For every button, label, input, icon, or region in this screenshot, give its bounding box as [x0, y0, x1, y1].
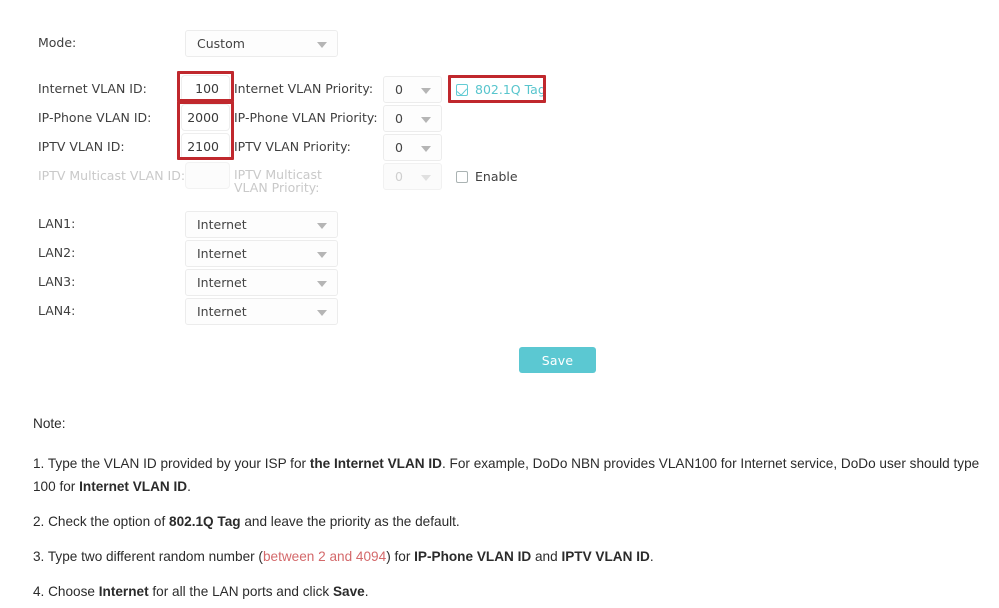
note-3-bold-1: IP-Phone VLAN ID	[414, 549, 532, 564]
note-3-bold-2: IPTV VLAN ID	[561, 549, 650, 564]
note-4-part-d: .	[364, 584, 369, 599]
mode-select-value: Custom	[197, 36, 245, 51]
lan3-value: Internet	[197, 275, 247, 290]
internet-vlan-priority-label: Internet VLAN Priority:	[234, 81, 374, 96]
lan1-label: LAN1:	[38, 216, 76, 231]
iptv-multicast-vlan-id-label: IPTV Multicast VLAN ID:	[38, 168, 186, 183]
note-3-part-b: ) for	[386, 549, 415, 564]
mode-label: Mode:	[38, 35, 77, 50]
chevron-down-icon	[317, 41, 327, 48]
iptv-vlan-id-label: IPTV VLAN ID:	[38, 139, 125, 154]
chevron-down-icon	[421, 116, 431, 123]
note-3-part-d: .	[649, 549, 654, 564]
enable-checkbox-row[interactable]: Enable	[456, 169, 518, 184]
ipphone-vlan-id-label: IP-Phone VLAN ID:	[38, 110, 152, 125]
lan2-select[interactable]: Internet	[185, 240, 338, 267]
iptv-multicast-vlan-priority-label: IPTV Multicast VLAN Priority:	[234, 167, 322, 195]
save-button[interactable]: Save	[519, 347, 596, 373]
iptv-multicast-vlan-priority-select: 0	[383, 163, 442, 190]
chevron-down-icon	[421, 174, 431, 181]
ipphone-vlan-id-input[interactable]: 2000	[181, 104, 230, 131]
iptv-vlan-priority-value: 0	[395, 140, 403, 155]
lan3-select[interactable]: Internet	[185, 269, 338, 296]
note-1-part-d: .	[187, 479, 191, 494]
note-2-part-a: 2. Check the option of	[33, 514, 170, 529]
iptv-multicast-vlan-id-input	[185, 162, 230, 189]
lan4-label: LAN4:	[38, 303, 76, 318]
notes-section: Note: 1. Type the VLAN ID provided by yo…	[33, 412, 988, 603]
note-4-part-a: 4. Choose	[33, 584, 99, 599]
internet-vlan-id-value: 100	[195, 81, 219, 96]
ipphone-vlan-priority-value: 0	[395, 111, 403, 126]
iptv-multicast-vlan-priority-value: 0	[395, 169, 403, 184]
note-3: 3. Type two different random number (bet…	[33, 545, 988, 568]
note-4-part-c: for all the LAN ports and click	[148, 584, 333, 599]
chevron-down-icon	[421, 145, 431, 152]
chevron-down-icon	[317, 280, 327, 287]
ipphone-vlan-priority-label: IP-Phone VLAN Priority:	[234, 110, 378, 125]
enable-checkbox[interactable]	[456, 170, 468, 183]
mode-select[interactable]: Custom	[185, 30, 338, 57]
note-4: 4. Choose Internet for all the LAN ports…	[33, 580, 988, 603]
lan3-label: LAN3:	[38, 274, 76, 289]
chevron-down-icon	[317, 309, 327, 316]
note-1-bold-1: the Internet VLAN ID	[309, 456, 442, 471]
lan1-select[interactable]: Internet	[185, 211, 338, 238]
note-3-part-a: 3. Type two different random number (	[33, 549, 263, 564]
note-2-part-c: and leave the priority as the default.	[240, 514, 460, 529]
iptv-vlan-id-value: 2100	[187, 139, 219, 154]
notes-heading: Note:	[33, 416, 66, 431]
chevron-down-icon	[317, 251, 327, 258]
lan2-value: Internet	[197, 246, 247, 261]
note-4-bold-1: Internet	[98, 584, 149, 599]
iptv-vlan-priority-label: IPTV VLAN Priority:	[234, 139, 351, 154]
note-4-bold-2: Save	[332, 584, 365, 599]
note-1-bold-2: Internet VLAN ID	[79, 479, 188, 494]
ipphone-vlan-id-value: 2000	[187, 110, 219, 125]
lan2-label: LAN2:	[38, 245, 76, 260]
internet-vlan-priority-select[interactable]: 0	[383, 76, 442, 103]
lan4-value: Internet	[197, 304, 247, 319]
enable-label: Enable	[475, 169, 518, 184]
note-2-bold-1: 802.1Q Tag	[169, 514, 241, 529]
note-1-part-a: 1. Type the VLAN ID provided by your ISP…	[33, 456, 310, 471]
dot1q-tag-checkbox[interactable]	[456, 83, 468, 96]
iptv-vlan-id-input[interactable]: 2100	[181, 133, 230, 160]
dot1q-tag-label: 802.1Q Tag	[475, 82, 546, 97]
note-3-part-c: and	[531, 549, 562, 564]
dot1q-tag-checkbox-row[interactable]: 802.1Q Tag	[456, 82, 546, 97]
internet-vlan-id-label: Internet VLAN ID:	[38, 81, 147, 96]
chevron-down-icon	[317, 222, 327, 229]
iptv-vlan-priority-select[interactable]: 0	[383, 134, 442, 161]
note-2: 2. Check the option of 802.1Q Tag and le…	[33, 510, 988, 533]
vlan-settings-page: Mode: Custom Internet VLAN ID: 100 Inter…	[0, 0, 999, 608]
note-3-red-text: between 2 and 4094	[262, 549, 387, 564]
internet-vlan-priority-value: 0	[395, 82, 403, 97]
chevron-down-icon	[421, 87, 431, 94]
lan4-select[interactable]: Internet	[185, 298, 338, 325]
ipphone-vlan-priority-select[interactable]: 0	[383, 105, 442, 132]
note-1: 1. Type the VLAN ID provided by your ISP…	[33, 452, 988, 498]
internet-vlan-id-input[interactable]: 100	[181, 75, 230, 102]
lan1-value: Internet	[197, 217, 247, 232]
